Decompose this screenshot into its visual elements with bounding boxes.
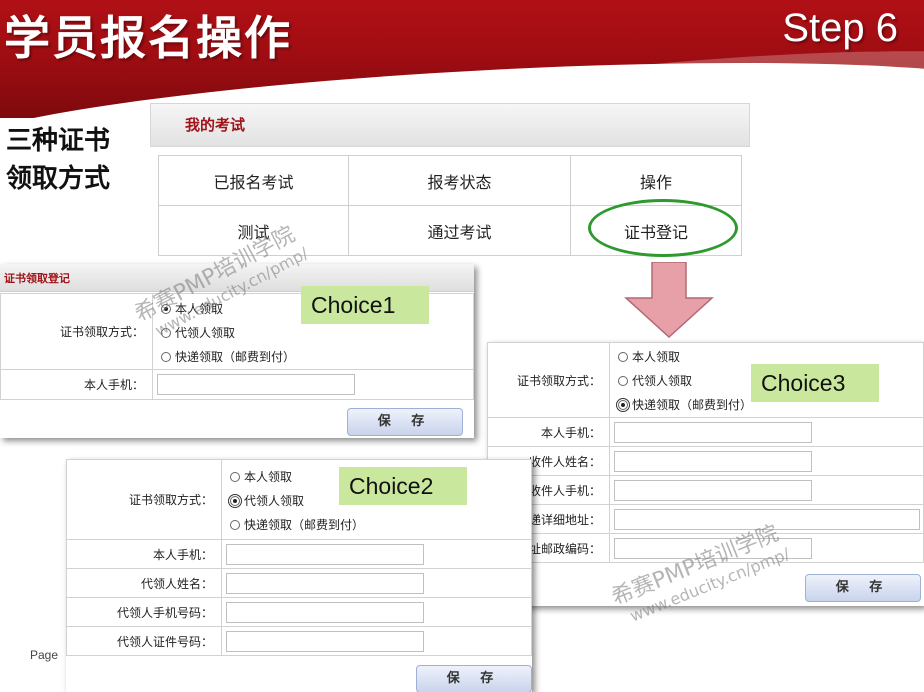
phone-input[interactable] — [614, 421, 812, 443]
save-button[interactable]: 保 存 — [347, 408, 463, 436]
radio-selected-icon[interactable] — [161, 303, 171, 314]
radio-option-express[interactable]: 快递领取（邮费到付） — [222, 513, 531, 537]
field-label: 代领人姓名： — [66, 568, 222, 598]
step-label: Step 6 — [782, 6, 898, 50]
method-label: 证书领取方式： — [66, 459, 222, 540]
radio-option-express[interactable]: 快递领取（邮费到付） — [153, 345, 473, 369]
radio-icon[interactable] — [161, 351, 171, 362]
column-header: 操作 — [570, 155, 742, 206]
radio-icon[interactable] — [618, 351, 628, 362]
field-label: 本人手机： — [0, 369, 153, 400]
field-label: 本人手机： — [66, 539, 222, 569]
proxy-name-input[interactable] — [226, 572, 424, 594]
radio-selected-icon[interactable] — [616, 397, 630, 412]
radio-icon[interactable] — [230, 471, 240, 482]
radio-icon[interactable] — [618, 375, 628, 386]
phone-input[interactable] — [157, 374, 355, 395]
recipient-name-input[interactable] — [614, 450, 812, 472]
phone-input[interactable] — [226, 543, 424, 565]
save-button[interactable]: 保 存 — [416, 665, 532, 692]
column-header: 报考状态 — [348, 155, 571, 206]
page-footer: Page — [30, 648, 59, 662]
slide-header: 学员报名操作 Step 6 — [0, 0, 924, 118]
down-arrow-icon — [624, 262, 714, 338]
table-header-row: 已报名考试 报考状态 操作 — [158, 155, 742, 206]
exam-status-cell: 通过考试 — [348, 205, 571, 256]
save-button[interactable]: 保 存 — [805, 574, 921, 602]
radio-selected-icon[interactable] — [228, 493, 242, 508]
slide-title: 学员报名操作 — [4, 11, 292, 65]
field-label: 代领人手机号码： — [66, 597, 222, 627]
proxy-phone-input[interactable] — [226, 601, 424, 623]
postal-code-input[interactable] — [614, 537, 812, 559]
choice3-tag: Choice3 — [751, 364, 879, 402]
choice1-tag: Choice1 — [301, 286, 429, 324]
highlight-ellipse — [588, 199, 738, 257]
address-input[interactable] — [614, 508, 920, 530]
radio-option-proxy[interactable]: 代领人领取 — [153, 321, 473, 345]
my-exam-header: 我的考试 — [150, 103, 750, 147]
method-label: 证书领取方式： — [487, 342, 610, 418]
method-label: 证书领取方式： — [0, 293, 153, 370]
field-label: 代领人证件号码： — [66, 626, 222, 656]
side-caption: 三种证书 领取方式 — [6, 122, 156, 198]
field-label: 本人手机： — [487, 417, 610, 447]
proxy-id-input[interactable] — [226, 630, 424, 652]
recipient-phone-input[interactable] — [614, 479, 812, 501]
caption-line: 领取方式 — [6, 164, 111, 194]
radio-icon[interactable] — [161, 327, 171, 338]
exam-name-cell: 测试 — [158, 205, 349, 256]
choice2-tag: Choice2 — [339, 467, 467, 505]
my-exam-panel: 我的考试 已报名考试 报考状态 操作 测试 通过考试 证书登记 — [150, 103, 750, 257]
caption-line: 三种证书 — [6, 126, 111, 156]
column-header: 已报名考试 — [158, 155, 349, 206]
radio-icon[interactable] — [230, 519, 240, 530]
